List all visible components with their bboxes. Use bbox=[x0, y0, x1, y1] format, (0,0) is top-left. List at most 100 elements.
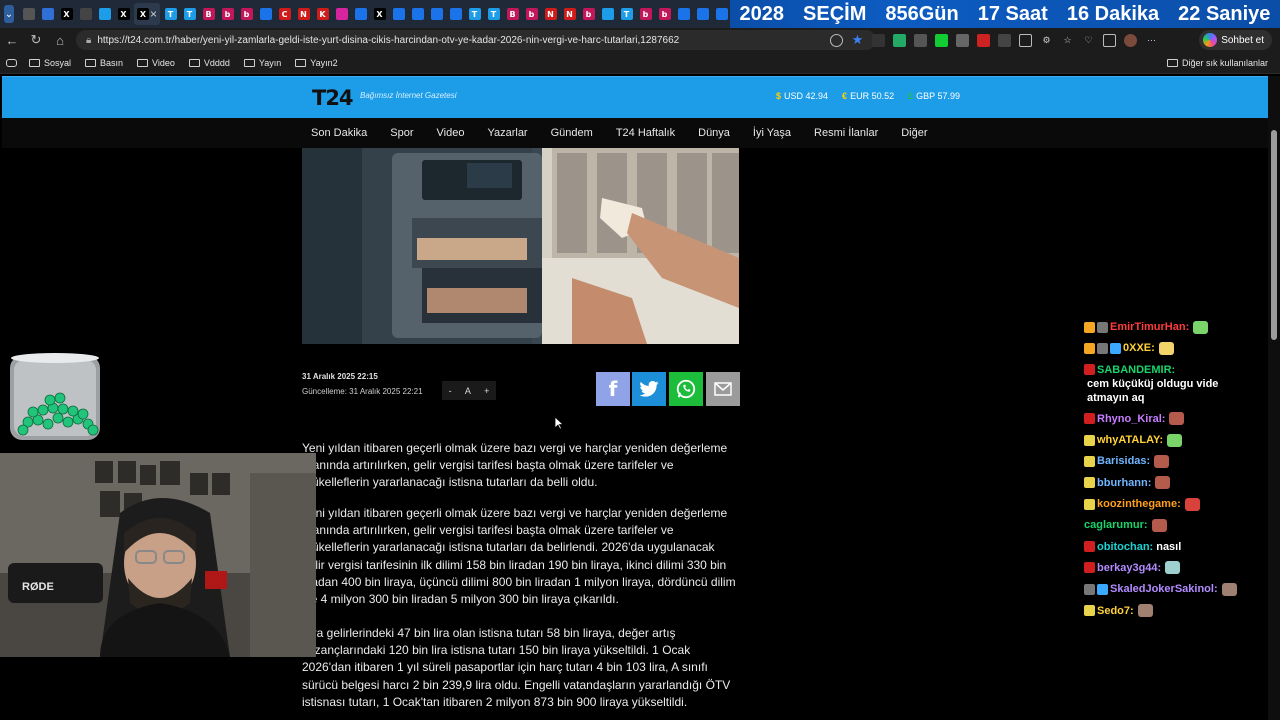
tab-actions-chevron-icon[interactable]: ⌄ bbox=[4, 5, 14, 23]
nav-link[interactable]: Diğer bbox=[901, 127, 927, 139]
scrollbar-thumb[interactable] bbox=[1271, 130, 1277, 340]
chat-username[interactable]: caglarumur: bbox=[1084, 518, 1148, 532]
browser-tab[interactable]: C bbox=[276, 3, 293, 25]
extension-icon[interactable] bbox=[914, 33, 927, 47]
nav-link[interactable]: İyi Yaşa bbox=[753, 127, 791, 139]
increase-font-button[interactable]: + bbox=[484, 386, 489, 396]
extension-icon[interactable] bbox=[893, 33, 906, 47]
chat-username[interactable]: SkaledJokerSakinol: bbox=[1110, 582, 1218, 596]
chat-username[interactable]: 0XXE: bbox=[1123, 341, 1155, 355]
favorite-star-icon[interactable]: ★ bbox=[851, 32, 864, 47]
browser-tab[interactable] bbox=[77, 3, 94, 25]
chat-username[interactable]: EmirTimurHan: bbox=[1110, 320, 1189, 334]
nav-link[interactable]: T24 Haftalık bbox=[616, 127, 675, 139]
browser-tab[interactable]: N bbox=[295, 3, 312, 25]
browser-tab[interactable]: B bbox=[504, 3, 521, 25]
reload-icon[interactable]: ↻ bbox=[24, 28, 48, 52]
copilot-chat-button[interactable]: Sohbet et bbox=[1199, 30, 1272, 50]
browser-tab[interactable]: T bbox=[162, 3, 179, 25]
bookmark-folder[interactable]: Video bbox=[137, 58, 175, 68]
split-screen-icon[interactable] bbox=[1019, 33, 1032, 47]
share-email-button[interactable] bbox=[706, 372, 740, 406]
browser-tab[interactable] bbox=[409, 3, 426, 25]
page-scrollbar[interactable] bbox=[1268, 76, 1280, 720]
share-facebook-button[interactable]: f bbox=[596, 372, 630, 406]
share-twitter-button[interactable] bbox=[632, 372, 666, 406]
browser-tab[interactable]: T bbox=[181, 3, 198, 25]
browser-tab[interactable] bbox=[39, 3, 56, 25]
browser-tab[interactable]: T bbox=[618, 3, 635, 25]
profile-avatar[interactable] bbox=[1124, 33, 1137, 47]
browser-tab[interactable] bbox=[428, 3, 445, 25]
browser-tab[interactable]: T bbox=[485, 3, 502, 25]
extension-icon[interactable] bbox=[998, 33, 1011, 47]
browser-tab[interactable]: b bbox=[219, 3, 236, 25]
browser-tab[interactable]: b bbox=[656, 3, 673, 25]
chat-username[interactable]: Sedo7: bbox=[1097, 604, 1134, 618]
bookmark-folder[interactable]: Vdddd bbox=[188, 58, 230, 68]
browser-tab[interactable] bbox=[352, 3, 369, 25]
nav-link[interactable]: Son Dakika bbox=[311, 127, 367, 139]
chat-username[interactable]: SABANDEMIR: bbox=[1097, 363, 1175, 377]
browser-tab[interactable]: b bbox=[637, 3, 654, 25]
browser-tab[interactable] bbox=[694, 3, 711, 25]
chat-username[interactable]: berkay3g44: bbox=[1097, 561, 1161, 575]
chat-username[interactable]: obitochan: bbox=[1097, 540, 1153, 554]
site-logo[interactable]: T24 bbox=[312, 86, 354, 110]
browser-tab[interactable] bbox=[20, 3, 37, 25]
nav-link[interactable]: Yazarlar bbox=[487, 127, 527, 139]
nav-link[interactable]: Video bbox=[437, 127, 465, 139]
browser-tab[interactable]: N bbox=[542, 3, 559, 25]
browser-tab[interactable] bbox=[390, 3, 407, 25]
chat-username[interactable]: bburhann: bbox=[1097, 476, 1151, 490]
extensions-icon[interactable]: ⚙ bbox=[1040, 34, 1053, 47]
bookmark-folder[interactable]: Sosyal bbox=[29, 58, 71, 68]
browser-tab[interactable]: B bbox=[200, 3, 217, 25]
home-icon[interactable]: ⌂ bbox=[48, 28, 72, 52]
chat-username[interactable]: Rhyno_Kiral: bbox=[1097, 412, 1165, 426]
browser-tab[interactable] bbox=[333, 3, 350, 25]
nav-link[interactable]: Resmi İlanlar bbox=[814, 127, 878, 139]
browser-tab[interactable]: X × bbox=[134, 3, 160, 25]
bookmark-folder[interactable]: Basın bbox=[85, 58, 123, 68]
browser-tab[interactable]: T bbox=[466, 3, 483, 25]
chat-username[interactable]: whyATALAY: bbox=[1097, 433, 1163, 447]
browser-tab[interactable] bbox=[96, 3, 113, 25]
chat-username[interactable]: koozinthegame: bbox=[1097, 497, 1181, 511]
extension-icon[interactable] bbox=[977, 33, 990, 47]
extension-icon[interactable] bbox=[956, 33, 969, 47]
reader-mode-icon[interactable] bbox=[830, 33, 843, 47]
browser-tab[interactable]: b bbox=[238, 3, 255, 25]
nav-link[interactable]: Gündem bbox=[551, 127, 593, 139]
browser-tab[interactable] bbox=[713, 3, 730, 25]
nav-link[interactable]: Spor bbox=[390, 127, 413, 139]
bookmark-folder[interactable]: Yayın2 bbox=[295, 58, 338, 68]
browser-tab[interactable]: X bbox=[115, 3, 132, 25]
decrease-font-button[interactable]: - bbox=[449, 386, 452, 396]
nav-link[interactable]: Dünya bbox=[698, 127, 730, 139]
collections-icon[interactable] bbox=[1103, 33, 1116, 47]
browser-essentials-icon[interactable]: ♡ bbox=[1082, 34, 1095, 47]
bookmark-folder[interactable]: Yayın bbox=[243, 58, 281, 68]
browser-tab[interactable] bbox=[599, 3, 616, 25]
browser-tab[interactable]: X bbox=[371, 3, 388, 25]
chat-username[interactable]: Barisidas: bbox=[1097, 454, 1150, 468]
favorites-icon[interactable]: ☆ bbox=[1061, 34, 1074, 47]
share-whatsapp-button[interactable] bbox=[669, 372, 703, 406]
url-field[interactable]: 🔒︎ https://t24.com.tr/haber/yeni-yil-zam… bbox=[76, 30, 876, 50]
browser-tab[interactable]: N bbox=[561, 3, 578, 25]
browser-tab[interactable]: b bbox=[523, 3, 540, 25]
other-bookmarks[interactable]: Diğer sık kullanılanlar bbox=[1166, 58, 1268, 68]
browser-tab[interactable]: K bbox=[314, 3, 331, 25]
browser-tab[interactable] bbox=[257, 3, 274, 25]
browser-tab[interactable] bbox=[675, 3, 692, 25]
browser-tab[interactable]: b bbox=[580, 3, 597, 25]
bookmark-sidebar-icon[interactable] bbox=[6, 58, 17, 67]
more-menu-icon[interactable]: ⋯ bbox=[1145, 34, 1158, 47]
browser-tab[interactable]: X bbox=[58, 3, 75, 25]
extension-icon[interactable] bbox=[935, 33, 948, 47]
browser-tab[interactable] bbox=[447, 3, 464, 25]
extension-icon[interactable] bbox=[872, 33, 885, 47]
close-tab-icon[interactable]: × bbox=[150, 7, 157, 21]
back-arrow-icon[interactable]: ← bbox=[0, 28, 24, 52]
